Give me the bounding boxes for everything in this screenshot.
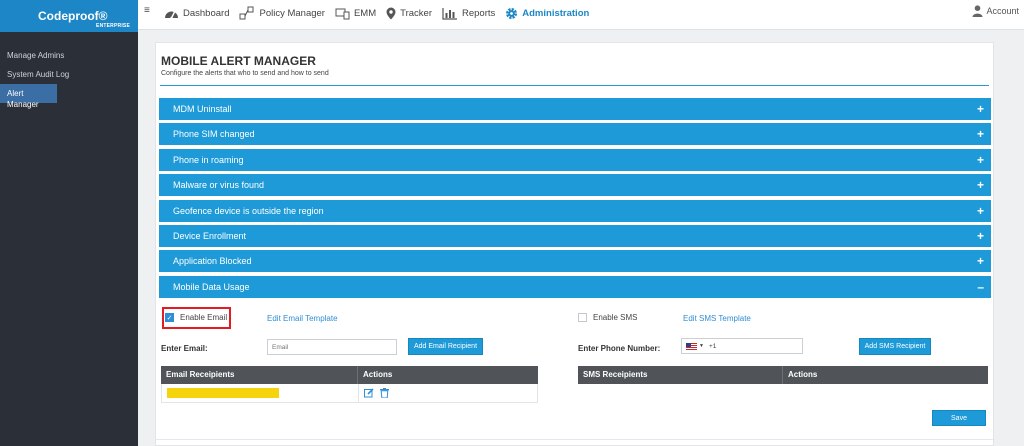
nav-dashboard[interactable]: Dashboard [164, 7, 229, 20]
nav-dashboard-label: Dashboard [183, 7, 230, 19]
sidebar-item-alert-manager[interactable]: Alert Manager [0, 84, 57, 109]
email-cell [162, 384, 359, 402]
checkbox-unchecked-icon[interactable] [578, 313, 587, 322]
sidebar-item-system-audit-log[interactable]: System Audit Log [0, 65, 138, 84]
nav-emm-label: EMM [353, 7, 377, 19]
page-title: MOBILE ALERT MANAGER [161, 54, 316, 68]
emm-icon [335, 8, 350, 20]
checkbox-checked-icon[interactable]: ✓ [165, 313, 174, 322]
nav-tracker-label: Tracker [400, 7, 432, 19]
alert-row-label: Phone in roaming [173, 155, 244, 165]
enter-phone-label: Enter Phone Number: [578, 344, 661, 353]
enable-sms-label: Enable SMS [593, 313, 638, 322]
location-pin-icon [386, 7, 396, 19]
app-name: Codeproof® [38, 9, 108, 23]
edit-email-template-link[interactable]: Edit Email Template [267, 314, 338, 323]
email-recipients-table-header: Email Receipients Actions [161, 366, 538, 384]
expand-plus-icon[interactable]: + [977, 123, 984, 145]
expand-plus-icon[interactable]: + [977, 250, 984, 272]
nav-tracker[interactable]: Tracker [386, 7, 432, 20]
alert-row-phone-sim-changed[interactable]: Phone SIM changed + [159, 123, 991, 145]
add-sms-recipient-button[interactable]: Add SMS Recipient [859, 338, 931, 355]
alert-row-label: Malware or virus found [173, 180, 265, 190]
title-divider [160, 85, 989, 86]
sidebar-item-manage-admins[interactable]: Manage Admins [0, 46, 138, 65]
alert-row-label: Application Blocked [173, 256, 252, 266]
edit-icon[interactable] [364, 388, 374, 398]
trash-icon[interactable] [380, 388, 389, 398]
table-row [161, 384, 538, 403]
chevron-down-icon[interactable]: ▼ [699, 343, 704, 349]
sms-recipients-table-header: SMS Receipients Actions [578, 366, 988, 384]
nav-policy-manager[interactable]: Policy Manager [239, 6, 325, 20]
alert-row-label: Device Enrollment [173, 231, 247, 241]
enter-email-label: Enter Email: [161, 344, 208, 353]
nav-administration[interactable]: Administration [505, 7, 589, 20]
column-actions: Actions [788, 370, 818, 379]
alert-row-geofence[interactable]: Geofence device is outside the region + [159, 200, 991, 222]
alert-row-label: MDM Uninstall [173, 104, 232, 114]
enable-email-checkbox[interactable]: ✓ Enable Email [165, 313, 227, 322]
page-subtitle: Configure the alerts that who to send an… [161, 70, 329, 77]
expand-plus-icon[interactable]: + [977, 174, 984, 196]
column-actions: Actions [363, 370, 393, 379]
enable-email-label: Enable Email [180, 313, 228, 322]
app-edition: ENTERPRISE [96, 23, 130, 29]
account-label: Account [986, 6, 1019, 16]
phone-input[interactable]: ▼ +1 [681, 338, 803, 354]
alert-row-malware-found[interactable]: Malware or virus found + [159, 174, 991, 196]
account-menu[interactable]: Account [972, 5, 1019, 17]
save-button[interactable]: Save [932, 410, 986, 426]
nav-administration-label: Administration [522, 7, 590, 19]
nav-emm[interactable]: EMM [335, 6, 376, 20]
mobile-data-usage-detail: ✓ Enable Email Edit Email Template Enabl… [159, 299, 991, 427]
actions-cell [359, 388, 389, 398]
email-input[interactable] [267, 339, 397, 355]
alert-row-device-enrollment[interactable]: Device Enrollment + [159, 225, 991, 247]
dial-code: +1 [708, 342, 717, 350]
top-nav: Dashboard Policy Manager EMM Tracker Rep… [164, 6, 599, 20]
hamburger-menu-icon[interactable]: ≡ [144, 5, 150, 16]
alert-manager-panel: MOBILE ALERT MANAGER Configure the alert… [155, 42, 995, 446]
add-email-recipient-button[interactable]: Add Email Recipient [408, 338, 483, 355]
alert-row-phone-in-roaming[interactable]: Phone in roaming + [159, 149, 991, 171]
us-flag-icon[interactable] [686, 342, 697, 350]
alert-row-label: Mobile Data Usage [173, 282, 250, 292]
alert-row-mobile-data-usage[interactable]: Mobile Data Usage – [159, 276, 991, 298]
alert-row-label: Phone SIM changed [173, 129, 255, 139]
column-email-recipients: Email Receipients [161, 366, 358, 384]
section-divider [156, 439, 995, 440]
user-icon [972, 5, 983, 17]
alert-row-mdm-uninstall[interactable]: MDM Uninstall + [159, 98, 991, 120]
sidebar-nav: Manage Admins System Audit Log Alert Man… [0, 46, 138, 109]
edit-sms-template-link[interactable]: Edit SMS Template [683, 314, 751, 323]
alert-row-application-blocked[interactable]: Application Blocked + [159, 250, 991, 272]
column-sms-recipients: SMS Receipients [578, 366, 783, 384]
nav-reports-label: Reports [462, 7, 496, 19]
reports-icon [442, 7, 457, 20]
redacted-email [167, 388, 279, 398]
expand-plus-icon[interactable]: + [977, 98, 984, 120]
policy-icon [239, 6, 254, 20]
brand-header: Codeproof® ENTERPRISE [0, 0, 138, 32]
top-bar: ≡ Dashboard Policy Manager EMM Tracker R… [138, 0, 1024, 30]
nav-policy-manager-label: Policy Manager [259, 7, 325, 19]
nav-reports[interactable]: Reports [442, 7, 495, 20]
alert-row-label: Geofence device is outside the region [173, 206, 324, 216]
expand-plus-icon[interactable]: + [977, 225, 984, 247]
sidebar: Codeproof® ENTERPRISE Manage Admins Syst… [0, 0, 138, 446]
gear-icon [506, 7, 518, 19]
expand-plus-icon[interactable]: + [977, 149, 984, 171]
collapse-minus-icon[interactable]: – [977, 276, 984, 298]
enable-sms-checkbox[interactable]: Enable SMS [578, 313, 637, 322]
expand-plus-icon[interactable]: + [977, 200, 984, 222]
dashboard-icon [165, 11, 178, 19]
